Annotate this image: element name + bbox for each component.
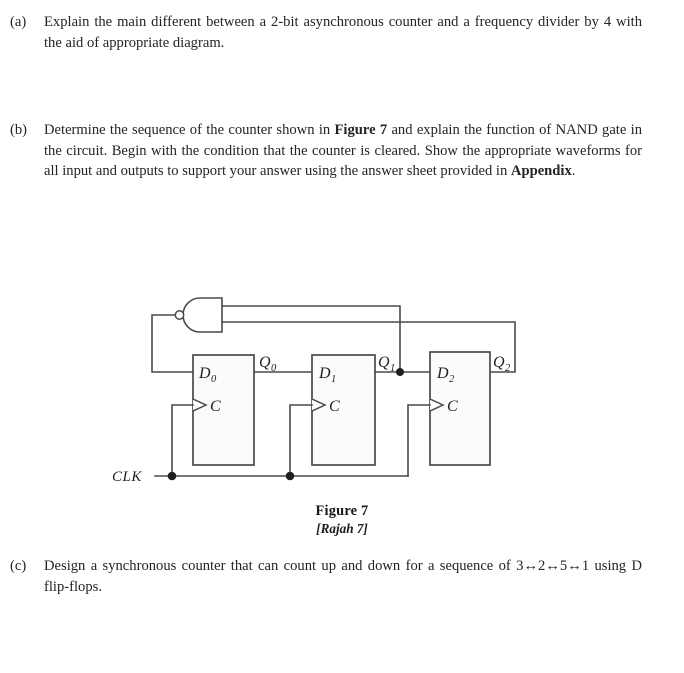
flipflop-1-d-label: D: [318, 365, 331, 382]
flipflop-1-q-label: Q: [378, 354, 390, 371]
clock-input-label: CLK: [112, 469, 142, 485]
flipflop-1-d-subscript: 1: [331, 374, 336, 385]
figure-caption-subtitle: [Rajah 7]: [316, 521, 368, 536]
question-b-bold-figure-ref: Figure 7: [334, 122, 388, 138]
wire-clk-to-ff2: [407, 404, 431, 477]
question-text-b: Determine the sequence of the counter sh…: [44, 120, 642, 182]
question-b-bold-appendix-ref: Appendix: [510, 163, 572, 179]
question-item-b: (b) Determine the sequence of the counte…: [10, 120, 642, 182]
junction-dot-clk-ff1: [285, 471, 295, 481]
wire-nand-output-to-d0: [151, 314, 194, 373]
counter-circuit-diagram: D 0 Q 0 C D 1 Q 1 C D 2 Q 2 C CLK: [112, 297, 516, 485]
flipflop-1-clock-label: C: [329, 398, 340, 415]
flipflop-0-clock-label: C: [210, 398, 221, 415]
nand-gate-body: [182, 297, 223, 333]
question-text-c: Design a synchronous counter that can co…: [44, 558, 642, 595]
flipflop-2-d-label: D: [436, 365, 449, 382]
flipflop-2-q-label: Q: [493, 354, 505, 371]
question-b-segment-3: .: [571, 163, 576, 179]
question-item-a: (a) Explain the main different between a…: [10, 12, 642, 53]
nand-gate-output-bubble: [174, 310, 185, 320]
question-label-b: (b): [10, 122, 28, 138]
flipflop-1-q-subscript: 1: [390, 363, 395, 374]
flipflop-0-q-label: Q: [259, 354, 271, 371]
flipflop-2-q-subscript: 2: [505, 363, 511, 374]
flipflop-0-q-subscript: 0: [271, 363, 277, 374]
wire-clk-to-ff0: [171, 404, 194, 477]
junction-dot-q1: [396, 368, 404, 376]
wire-clk-to-ff1: [289, 404, 313, 477]
junction-dot-clk-ff0: [167, 471, 177, 481]
flipflop-0-d-subscript: 0: [211, 374, 217, 385]
flipflop-2-clock-label: C: [447, 398, 458, 415]
figure-caption-title: Figure 7: [315, 503, 369, 519]
question-item-c: (c) Design a synchronous counter that ca…: [10, 556, 642, 597]
flipflop-0-d-label: D: [198, 365, 211, 382]
flipflop-2-d-subscript: 2: [449, 374, 455, 385]
figure-7: D 0 Q 0 C D 1 Q 1 C D 2 Q 2 C CLK Figure…: [0, 275, 684, 545]
question-label-a: (a): [10, 14, 27, 30]
question-label-c: (c): [10, 558, 27, 574]
question-text-a: Explain the main different between a 2-b…: [44, 14, 642, 51]
question-b-segment-1: Determine the sequence of the counter sh…: [44, 122, 335, 138]
document-page: (a) Explain the main different between a…: [0, 0, 684, 673]
